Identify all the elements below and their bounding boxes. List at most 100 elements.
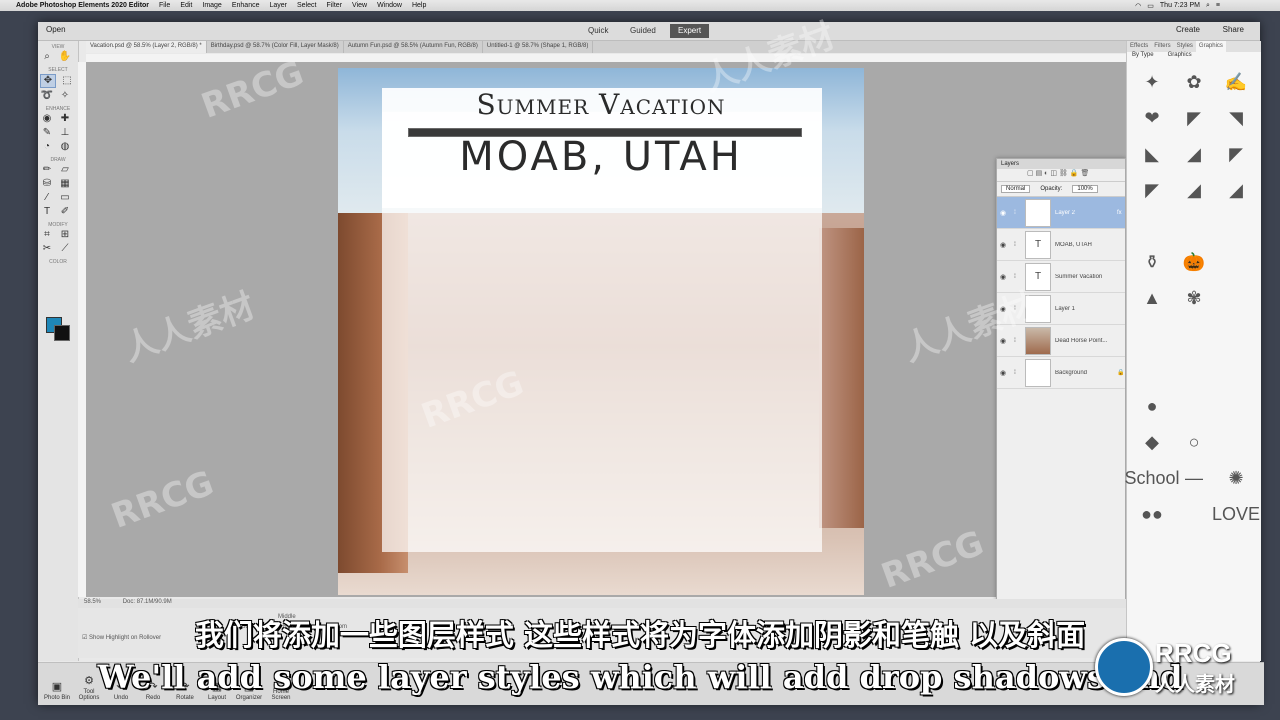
new-group-icon[interactable]: ▤ <box>1036 170 1043 177</box>
wifi-icon[interactable]: ◠ <box>1135 2 1141 10</box>
menu-view[interactable]: View <box>352 2 367 9</box>
zoom-tool-icon[interactable]: ⌕ <box>40 51 54 63</box>
graphic-item[interactable]: ●● <box>1133 498 1171 530</box>
graphic-item[interactable] <box>1217 246 1255 278</box>
layer-row[interactable]: ◉ ⁞ Layer 1 <box>997 293 1125 325</box>
marquee-tool-icon[interactable]: ⬚ <box>60 75 74 87</box>
graphic-item[interactable] <box>1175 354 1213 386</box>
smart-brush-icon[interactable]: ✎ <box>40 127 54 139</box>
link-layers-icon[interactable]: ⛓ <box>1059 170 1068 177</box>
layer-name[interactable]: Background <box>1055 370 1117 376</box>
hand-tool-icon[interactable]: ✋ <box>58 51 72 63</box>
paint-bucket-icon[interactable]: ⛁ <box>40 178 54 190</box>
clone-stamp-icon[interactable]: ⊥ <box>58 127 72 139</box>
share-button[interactable]: Share <box>1223 25 1244 34</box>
crop-tool-icon[interactable]: ⌗ <box>40 229 54 241</box>
recompose-tool-icon[interactable]: ⊞ <box>58 229 72 241</box>
open-button[interactable]: Open <box>46 25 66 34</box>
graphic-item[interactable]: ◢ <box>1175 138 1213 170</box>
graphic-item[interactable]: ◣ <box>1133 138 1171 170</box>
graphic-item[interactable]: ⚱ <box>1133 246 1171 278</box>
menu-edit[interactable]: Edit <box>180 2 192 9</box>
type-tool-icon[interactable]: T <box>40 206 54 218</box>
graphic-item[interactable] <box>1217 354 1255 386</box>
eyedropper-icon[interactable]: ⁄ <box>40 192 54 204</box>
eraser-tool-icon[interactable]: ▱ <box>58 164 72 176</box>
menu-layer[interactable]: Layer <box>269 2 287 9</box>
brush-tool-icon[interactable]: ✏ <box>40 164 54 176</box>
link-icon[interactable]: ⁞ <box>1009 306 1021 312</box>
tab-filters[interactable]: Filters <box>1151 41 1173 52</box>
layer-row[interactable]: ◉ ⁞ Background 🔒 <box>997 357 1125 389</box>
graphic-item[interactable]: ✺ <box>1217 462 1255 494</box>
menu-filter[interactable]: Filter <box>326 2 342 9</box>
layer-name[interactable]: MOAB, UTAH <box>1055 242 1117 248</box>
battery-icon[interactable]: ▭ <box>1147 2 1154 10</box>
graphic-item[interactable] <box>1217 390 1255 422</box>
graphic-item[interactable]: — <box>1175 462 1213 494</box>
graphic-item[interactable] <box>1217 426 1255 458</box>
link-icon[interactable]: ⁞ <box>1009 370 1021 376</box>
visibility-eye-icon[interactable]: ◉ <box>997 273 1009 281</box>
menu-help[interactable]: Help <box>412 2 426 9</box>
canvas-area[interactable]: Summer Vacation MOAB, UTAH Layers ▢ ▤ ◐ … <box>86 62 1126 605</box>
title-moab-utah[interactable]: MOAB, UTAH <box>338 134 864 180</box>
layer-name[interactable]: Summer Vacation <box>1055 274 1117 280</box>
graphic-item[interactable]: ◢ <box>1217 174 1255 206</box>
graphic-item[interactable]: ▲ <box>1133 282 1171 314</box>
clock[interactable]: Thu 7:23 PM <box>1160 2 1200 9</box>
content-aware-move-icon[interactable]: ✂ <box>40 243 54 255</box>
visibility-eye-icon[interactable]: ◉ <box>997 305 1009 313</box>
graphic-item[interactable] <box>1175 390 1213 422</box>
blend-mode-select[interactable]: Normal <box>1001 185 1031 193</box>
doc-tab-autumn-fun[interactable]: Autumn Fun.psd @ 58.5% (Autumn Fun, RGB/… <box>344 41 483 53</box>
lock-layer-icon[interactable]: 🔒 <box>1070 170 1079 177</box>
menu-list-icon[interactable]: ≡ <box>1216 2 1220 9</box>
link-icon[interactable]: ⁞ <box>1009 242 1021 248</box>
graphic-item[interactable]: ◢ <box>1175 174 1213 206</box>
lock-icon[interactable]: 🔒 <box>1117 369 1124 376</box>
graphic-item[interactable]: ○ <box>1175 426 1213 458</box>
visibility-eye-icon[interactable]: ◉ <box>997 369 1009 377</box>
mode-quick[interactable]: Quick <box>580 24 616 38</box>
graphic-item[interactable]: ✍ <box>1217 66 1255 98</box>
zoom-level[interactable]: 58.5% <box>84 599 101 605</box>
filter-by-type-select[interactable]: By Type <box>1132 52 1154 62</box>
menu-enhance[interactable]: Enhance <box>232 2 260 9</box>
mode-expert[interactable]: Expert <box>670 24 710 38</box>
doc-tab-vacation[interactable]: Vacation.psd @ 58.5% (Layer 2, RGB/8) * <box>86 41 207 53</box>
layers-panel-title[interactable]: Layers <box>997 159 1125 169</box>
graphic-item[interactable] <box>1133 354 1171 386</box>
tab-effects[interactable]: Effects <box>1127 41 1151 52</box>
graphic-item[interactable]: ◆ <box>1133 426 1171 458</box>
graphic-item[interactable]: LOVE <box>1212 498 1260 530</box>
doc-size-info[interactable]: Doc: 87.1M/90.9M <box>123 599 172 605</box>
menu-image[interactable]: Image <box>202 2 221 9</box>
doc-tab-birthday[interactable]: Birthday.psd @ 58.7% (Color Fill, Layer … <box>207 41 344 53</box>
layer-row[interactable]: ◉ ⁞ Dead Horse Point... <box>997 325 1125 357</box>
link-icon[interactable]: ⁞ <box>1009 274 1021 280</box>
layer-name[interactable]: Layer 2 <box>1055 210 1117 216</box>
graphic-item[interactable]: ❤ <box>1133 102 1171 134</box>
visibility-eye-icon[interactable]: ◉ <box>997 337 1009 345</box>
new-layer-icon[interactable]: ▢ <box>1027 170 1034 177</box>
tab-styles[interactable]: Styles <box>1174 41 1196 52</box>
graphic-item[interactable] <box>1217 318 1255 350</box>
menu-file[interactable]: File <box>159 2 170 9</box>
visibility-eye-icon[interactable]: ◉ <box>997 241 1009 249</box>
graphic-item[interactable]: School <box>1124 462 1179 494</box>
link-icon[interactable]: ⁞ <box>1009 210 1021 216</box>
layer-row[interactable]: ◉ ⁞ T MOAB, UTAH <box>997 229 1125 261</box>
magic-wand-icon[interactable]: ✧ <box>58 90 72 102</box>
gradient-tool-icon[interactable]: ▦ <box>58 178 72 190</box>
fx-icon[interactable]: fx <box>1117 210 1122 216</box>
delete-layer-icon[interactable]: 🗑 <box>1080 170 1089 177</box>
title-summer-vacation[interactable]: Summer Vacation <box>338 88 864 121</box>
straighten-tool-icon[interactable]: ⟋ <box>58 243 72 255</box>
layer-name[interactable]: Dead Horse Point... <box>1055 338 1117 344</box>
graphic-item[interactable] <box>1217 282 1255 314</box>
graphic-item[interactable] <box>1175 318 1213 350</box>
graphic-item[interactable]: ◤ <box>1217 138 1255 170</box>
pencil-tool-icon[interactable]: ✐ <box>58 206 72 218</box>
visibility-eye-icon[interactable]: ◉ <box>997 209 1009 217</box>
